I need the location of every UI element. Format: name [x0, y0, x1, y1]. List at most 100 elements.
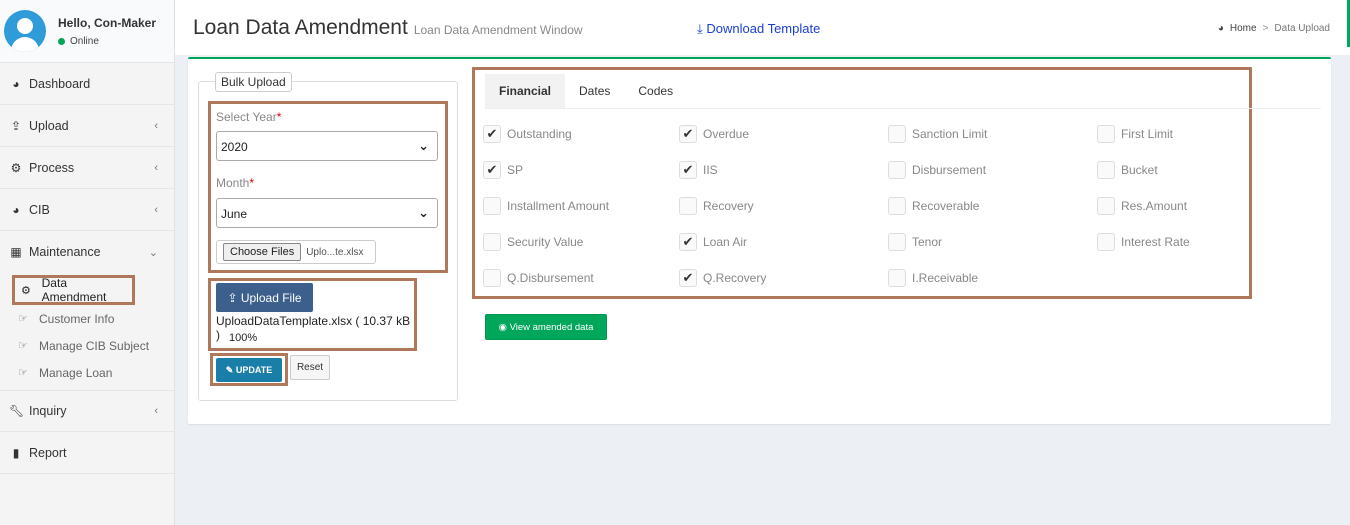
sidebar-subitem-manage-cib-subject[interactable]: ☞ Manage CIB Subject: [0, 332, 174, 359]
sidebar-subitem-data-amendment[interactable]: ⚙ Data Amendment: [12, 275, 135, 305]
dashboard-icon: ◕: [12, 202, 20, 217]
online-dot-icon: [58, 37, 65, 45]
field-checkbox-label: Installment Amount: [507, 199, 610, 213]
sidebar-subitem-label: Data Amendment: [41, 276, 107, 304]
checkbox-checked-icon[interactable]: ✔: [483, 125, 501, 143]
view-amended-data-button[interactable]: ◉ View amended data: [485, 314, 607, 340]
field-checkbox[interactable]: ✔ Loan Air: [679, 233, 747, 251]
page-title: Loan Data Amendment Loan Data Amendment W…: [193, 16, 583, 40]
upload-file-label: Upload File: [240, 290, 302, 305]
checkbox-checked-icon[interactable]: ✔: [679, 125, 697, 143]
field-checkbox-label: Bucket: [1121, 163, 1158, 177]
field-checkbox[interactable]: First Limit: [1097, 125, 1173, 143]
checkbox-unchecked-icon[interactable]: [483, 197, 501, 215]
field-checkbox[interactable]: Q.Disbursement: [483, 269, 594, 287]
checkbox-checked-icon[interactable]: ✔: [483, 161, 501, 179]
field-checkbox[interactable]: I.Receivable: [888, 269, 978, 287]
tab-codes[interactable]: Codes: [624, 74, 687, 108]
checkbox-unchecked-icon[interactable]: [1097, 233, 1115, 251]
sidebar-item-cib[interactable]: ◕ CIB ‹: [0, 189, 174, 231]
field-checkbox-label: Recovery: [703, 199, 754, 213]
field-checkbox[interactable]: Security Value: [483, 233, 583, 251]
checkbox-unchecked-icon[interactable]: [679, 197, 697, 215]
avatar: [4, 10, 46, 52]
choose-files-button[interactable]: Choose Files: [223, 243, 302, 261]
checkbox-unchecked-icon[interactable]: [888, 161, 906, 179]
field-checkbox[interactable]: Disbursement: [888, 161, 986, 179]
field-checkbox[interactable]: Tenor: [888, 233, 942, 251]
required-mark: *: [276, 110, 282, 124]
field-checkbox[interactable]: ✔ IIS: [679, 161, 718, 179]
field-checkbox[interactable]: Res.Amount: [1097, 197, 1187, 215]
checkbox-unchecked-icon[interactable]: [888, 269, 906, 287]
checkbox-unchecked-icon[interactable]: [483, 269, 501, 287]
field-checkbox-label: Outstanding: [507, 127, 572, 141]
checkbox-unchecked-icon[interactable]: [888, 125, 906, 143]
update-button[interactable]: ✎ UPDATE: [216, 358, 282, 382]
field-checkbox[interactable]: ✔ Q.Recovery: [679, 269, 766, 287]
sidebar-subitem-label: Manage Loan: [39, 365, 113, 380]
checkbox-checked-icon[interactable]: ✔: [679, 233, 697, 251]
sidebar-item-maintenance[interactable]: ▦ Maintenance ⌄: [0, 231, 174, 273]
reset-button[interactable]: Reset: [290, 355, 330, 380]
field-checkbox[interactable]: Installment Amount: [483, 197, 609, 215]
checkbox-checked-icon[interactable]: ✔: [679, 269, 697, 287]
year-select-value: 2020: [221, 140, 248, 154]
checkbox-unchecked-icon[interactable]: [1097, 197, 1115, 215]
field-checkbox-label: Interest Rate: [1121, 235, 1190, 249]
upload-icon: ⇪: [227, 290, 238, 305]
field-checkbox[interactable]: Interest Rate: [1097, 233, 1190, 251]
sidebar-item-inquiry[interactable]: 🔧︎ Inquiry ‹: [0, 390, 174, 432]
tab-financial[interactable]: Financial: [485, 74, 566, 108]
field-checkbox[interactable]: Recovery: [679, 197, 754, 215]
checkbox-checked-icon[interactable]: ✔: [679, 161, 697, 179]
checkbox-unchecked-icon[interactable]: [888, 233, 906, 251]
sidebar-item-label: Dashboard: [29, 76, 91, 91]
field-checkbox-label: Q.Recovery: [703, 271, 767, 285]
upload-file-button[interactable]: ⇪ Upload File: [216, 283, 313, 312]
breadcrumb-current: Data Upload: [1274, 23, 1330, 34]
upload-highlight-box: ⇪ Upload File UploadDataTemplate.xlsx ( …: [208, 278, 417, 351]
field-tabs: Financial Dates Codes: [485, 74, 1321, 109]
download-template-link[interactable]: ⤓ Download Template: [697, 21, 820, 37]
file-input: Choose Files Uplo...te.xlsx: [216, 240, 376, 264]
year-select[interactable]: 2020 ⌄: [216, 131, 438, 161]
dashboard-icon: ◕: [12, 76, 20, 91]
month-select[interactable]: June ⌄: [216, 198, 438, 228]
view-amended-data-label: View amended data: [509, 321, 594, 333]
eye-icon: ◉: [498, 321, 507, 333]
maintenance-submenu: ⚙ Data Amendment ☞ Customer Info ☞ Manag…: [0, 273, 174, 390]
field-checkbox[interactable]: ✔ Overdue: [679, 125, 749, 143]
dashboard-icon: ◕: [1217, 23, 1224, 34]
field-checkbox[interactable]: Recoverable: [888, 197, 979, 215]
breadcrumb-separator: >: [1262, 23, 1269, 34]
bar-chart-icon: ▮: [12, 445, 20, 460]
sidebar-subitem-customer-info[interactable]: ☞ Customer Info: [0, 305, 174, 332]
checkbox-unchecked-icon[interactable]: [483, 233, 501, 251]
status-text: Online: [70, 35, 99, 47]
sidebar-item-dashboard[interactable]: ◕ Dashboard: [0, 63, 174, 105]
field-checkbox-label: SP: [507, 163, 524, 177]
field-checkbox[interactable]: Bucket: [1097, 161, 1158, 179]
sidebar-item-process[interactable]: ⚙ Process ‹: [0, 147, 174, 189]
tab-dates[interactable]: Dates: [565, 74, 624, 108]
checkbox-unchecked-icon[interactable]: [1097, 125, 1115, 143]
pencil-icon: ✎: [225, 364, 234, 375]
breadcrumb-home-link[interactable]: Home: [1230, 23, 1257, 34]
selection-highlight-box: Select Year* 2020 ⌄ Month* June ⌄ Choose…: [208, 101, 448, 273]
checkbox-unchecked-icon[interactable]: [888, 197, 906, 215]
field-checkbox[interactable]: ✔ Outstanding: [483, 125, 572, 143]
field-checkbox[interactable]: Sanction Limit: [888, 125, 987, 143]
upload-icon: ⇪: [10, 118, 22, 133]
sidebar-item-upload[interactable]: ⇪ Upload ‹: [0, 105, 174, 147]
required-mark: *: [249, 176, 255, 190]
sidebar-subitem-manage-loan[interactable]: ☞ Manage Loan: [0, 359, 174, 386]
sidebar-item-report[interactable]: ▮ Report: [0, 432, 174, 474]
checkbox-unchecked-icon[interactable]: [1097, 161, 1115, 179]
field-checkbox-label: Recoverable: [912, 199, 980, 213]
year-label: Select Year*: [216, 110, 281, 124]
field-checkbox-label: Loan Air: [703, 235, 748, 249]
field-checkbox-label: Sanction Limit: [912, 127, 988, 141]
field-checkbox[interactable]: ✔ SP: [483, 161, 523, 179]
fields-highlight-box: Financial Dates Codes ✔ Outstanding ✔ Overd…: [472, 67, 1321, 299]
